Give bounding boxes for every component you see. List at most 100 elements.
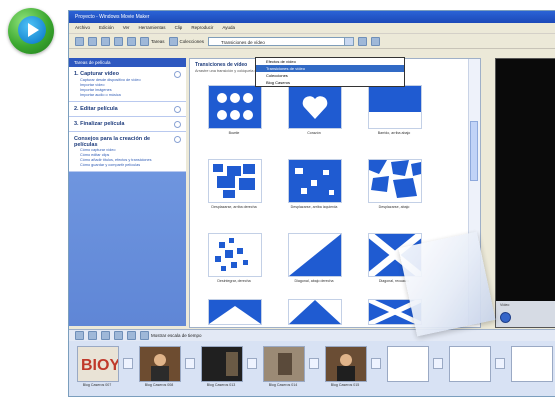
scrollbar-thumb[interactable] (470, 121, 478, 181)
timeline-icon (140, 331, 149, 340)
transition-caption: Barrido, arriba abajo (377, 131, 411, 135)
dropdown-item[interactable]: Colecciones (256, 72, 404, 79)
transition-thumb[interactable] (288, 159, 342, 203)
menu-item-edicion[interactable]: Edición (99, 23, 114, 33)
transition-slot[interactable] (371, 358, 381, 369)
dissolve-icon (209, 234, 261, 276)
section-title[interactable]: Consejos para la creación de películas (74, 136, 174, 148)
task-section-finish: 3. Finalizar película (69, 117, 186, 132)
transition-slot[interactable] (309, 358, 319, 369)
chevron-down-icon[interactable] (174, 121, 181, 128)
clip-thumbnail (140, 347, 180, 381)
preview-caption: Vídeo (500, 303, 510, 307)
storyboard-toolbar: Mostrar escala de tiempo (69, 329, 555, 341)
diagonal-icon (289, 234, 341, 276)
storyboard-clip[interactable] (201, 346, 243, 382)
storyboard-clip[interactable] (263, 346, 305, 382)
transition-slot[interactable] (433, 358, 443, 369)
collections-dropdown: Efectos de vídeo Transiciones de vídeo C… (255, 57, 405, 87)
zoom-in-icon[interactable] (88, 331, 97, 340)
section-title[interactable]: 2. Editar película (74, 106, 118, 113)
view-options-icon[interactable] (371, 36, 381, 46)
collections-label: Colecciones (179, 38, 205, 44)
undo-icon[interactable] (114, 36, 123, 46)
storyboard-clip[interactable]: BIOY (77, 346, 119, 382)
task-section-capture: 1. Capturar vídeo Capturar desde disposi… (69, 67, 186, 102)
shatter-icon (369, 160, 421, 202)
storyboard-empty-slot[interactable] (387, 346, 429, 382)
new-project-icon[interactable] (75, 36, 84, 46)
transition-thumb[interactable] (288, 299, 342, 325)
transition-caption: Diagonal, abajo derecha (294, 279, 334, 283)
transition-thumb[interactable] (208, 233, 262, 277)
storyboard-empty-slot[interactable] (449, 346, 491, 382)
storyboard-clip[interactable] (139, 346, 181, 382)
heart-icon (289, 86, 341, 128)
transition-slot[interactable] (185, 358, 195, 369)
storyboard-clip[interactable] (325, 346, 367, 382)
save-project-icon[interactable] (101, 36, 110, 46)
play-pause-icon[interactable] (500, 312, 511, 323)
storyboard: BIOY Blog Caseros 007 Blog Caseros 008 B… (69, 341, 555, 396)
movie-maker-window: Proyecto - Windows Movie Maker Archivo E… (68, 10, 555, 397)
wipe-icon (369, 86, 421, 128)
chevron-down-icon[interactable] (174, 106, 181, 113)
pixelate-icon (209, 160, 261, 202)
clip-caption: Blog Caseros 015 (330, 383, 360, 387)
window-title: Proyecto - Windows Movie Maker (69, 11, 555, 23)
svg-text:BIOY: BIOY (81, 357, 118, 374)
transition-thumb[interactable] (208, 299, 262, 325)
dropdown-item-selected[interactable]: Transiciones de vídeo (256, 65, 404, 72)
transition-slot[interactable] (123, 358, 133, 369)
chevron-up-icon[interactable] (174, 71, 181, 78)
transition-thumb[interactable] (368, 159, 422, 203)
show-timeline-button[interactable]: Mostrar escala de tiempo (140, 331, 202, 340)
menu-item-reproducir[interactable]: Reproducir (191, 23, 213, 33)
movie-tasks-pane: Tareas de película 1. Capturar vídeo Cap… (69, 58, 186, 326)
transition-caption: Bowtie (228, 131, 240, 135)
split-icon (289, 300, 341, 324)
dropdown-item[interactable]: Efectos de vídeo (256, 58, 404, 65)
section-title[interactable]: 3. Finalizar película (74, 121, 124, 128)
narrate-icon[interactable] (75, 331, 84, 340)
collections-icon (168, 36, 178, 46)
iris-icon (209, 300, 261, 324)
bowtie-icon (209, 86, 261, 128)
dropdown-item[interactable]: Blog Caseros (256, 79, 404, 86)
clip-caption: Blog Caseros 007 (82, 383, 112, 387)
collections-button[interactable]: Colecciones (168, 36, 205, 46)
transition-thumb[interactable] (208, 85, 262, 129)
combo-value: Transiciones de vídeo (221, 39, 265, 45)
task-link[interactable]: Cómo guardar y compartir películas (74, 163, 181, 168)
task-link[interactable]: Importar audio o música (74, 93, 181, 98)
redo-icon[interactable] (127, 36, 136, 46)
transition-thumb[interactable] (208, 159, 262, 203)
zoom-out-icon[interactable] (101, 331, 110, 340)
transition-thumb[interactable] (288, 85, 342, 129)
tasks-button[interactable]: Tareas (140, 36, 165, 46)
open-project-icon[interactable] (88, 36, 97, 46)
up-folder-icon[interactable] (358, 36, 368, 46)
transition-caption: Desplazarse, abajo (378, 205, 410, 209)
collections-combo[interactable]: Transiciones de vídeo (208, 36, 355, 46)
transition-thumb[interactable] (288, 233, 342, 277)
section-title[interactable]: 1. Capturar vídeo (74, 71, 119, 78)
menu-item-archivo[interactable]: Archivo (75, 23, 90, 33)
clip-thumbnail (264, 347, 304, 381)
menu-item-ver[interactable]: Ver (123, 23, 130, 33)
transition-caption: Corazón (307, 131, 321, 135)
play-storyboard-icon[interactable] (127, 331, 136, 340)
transition-slot[interactable] (247, 358, 257, 369)
transition-thumb[interactable] (368, 85, 422, 129)
storyboard-empty-slot[interactable] (511, 346, 553, 382)
play-icon[interactable] (8, 8, 54, 54)
rewind-icon[interactable] (114, 331, 123, 340)
chevron-up-icon[interactable] (174, 136, 181, 143)
menu-item-herramientas[interactable]: Herramientas (139, 23, 166, 33)
scatter-icon (289, 160, 341, 202)
chevron-down-icon[interactable] (344, 37, 354, 45)
menu-item-ayuda[interactable]: Ayuda (222, 23, 235, 33)
menu-item-clip[interactable]: Clip (175, 23, 183, 33)
transition-slot[interactable] (495, 358, 505, 369)
tasks-icon (140, 36, 149, 46)
